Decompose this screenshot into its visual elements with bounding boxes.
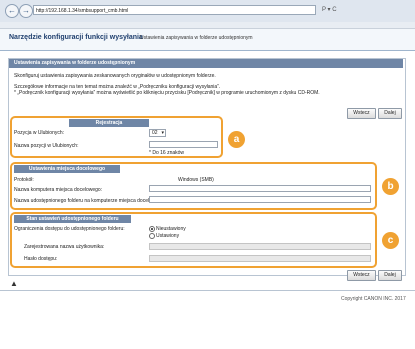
favorites-name-input[interactable] (149, 141, 218, 148)
callout-a-badge: a (228, 131, 245, 148)
shared-folder-name-label: Nazwa udostępnionego folderu na komputer… (14, 198, 166, 204)
browser-tab-strip (0, 22, 415, 29)
next-button-top[interactable]: Dalej (378, 108, 402, 119)
radio-set[interactable] (149, 233, 155, 239)
next-button[interactable]: Dalej (378, 270, 402, 281)
footer-divider (0, 290, 415, 291)
app-title: Narzędzie konfiguracji funkcji wysyłania (9, 34, 143, 41)
username-input[interactable] (149, 243, 371, 250)
password-input[interactable] (149, 255, 371, 262)
copyright: Copyright CANON INC. 2017 (341, 296, 406, 302)
page-subtitle: Ustawienia zapisywania w folderze udostę… (140, 35, 253, 41)
destination-title: Ustawienia miejsca docelowego (14, 165, 120, 173)
panel-description-1: Skonfiguruj ustawienia zapisywania zeska… (14, 73, 216, 79)
browser-controls[interactable]: P ▾ C (322, 5, 412, 15)
registration-title: Rejestracja (69, 119, 149, 127)
protocol-value: Windows (SMB) (178, 177, 214, 183)
scroll-to-top-icon[interactable]: ▲ (10, 279, 18, 288)
favorites-name-hint: * Do 16 znaków (149, 150, 185, 156)
password-label: Hasło dostępu: (24, 256, 58, 262)
radio-unset-label: Nieustawiony (156, 226, 186, 232)
callout-c-badge: c (382, 232, 399, 249)
shared-folder-title: Stan ustawień udostępnionego folderu (14, 215, 131, 223)
favorites-name-label: Nazwa pozycji w Ulubionych: (14, 143, 79, 149)
radio-set-label: Ustawiony (156, 233, 180, 239)
favorites-position-select[interactable]: 02 ▾ (149, 129, 166, 137)
radio-unset[interactable] (149, 226, 155, 232)
forward-arrow-icon[interactable]: → (19, 4, 33, 18)
destination-computer-input[interactable] (149, 185, 371, 192)
username-label: Zarejestrowana nazwa użytkownika: (24, 244, 105, 250)
access-restriction-label: Ograniczenia dostępu do udostępnionego f… (14, 226, 125, 232)
back-arrow-icon[interactable]: ← (5, 4, 19, 18)
address-bar[interactable]: http://192.168.1.34/smbsupport_cmb.html (33, 5, 316, 15)
panel-description-3: * „Podręcznik konfiguracji wysyłania” mo… (14, 90, 320, 96)
destination-computer-label: Nazwa komputera miejsca docelowego: (14, 187, 103, 193)
panel-title: Ustawienia zapisywania w folderze udostę… (9, 59, 403, 68)
back-button[interactable]: Wstecz (347, 270, 376, 281)
shared-folder-name-input[interactable] (149, 196, 371, 203)
manual-button[interactable]: Wstecz (347, 108, 376, 119)
chevron-down-icon: ▾ (161, 130, 164, 136)
protocol-label: Protokół: (14, 177, 34, 183)
favorites-position-value: 02 (152, 130, 158, 136)
callout-b-badge: b (382, 178, 399, 195)
favorites-position-label: Pozycja w Ulubionych: (14, 130, 65, 136)
